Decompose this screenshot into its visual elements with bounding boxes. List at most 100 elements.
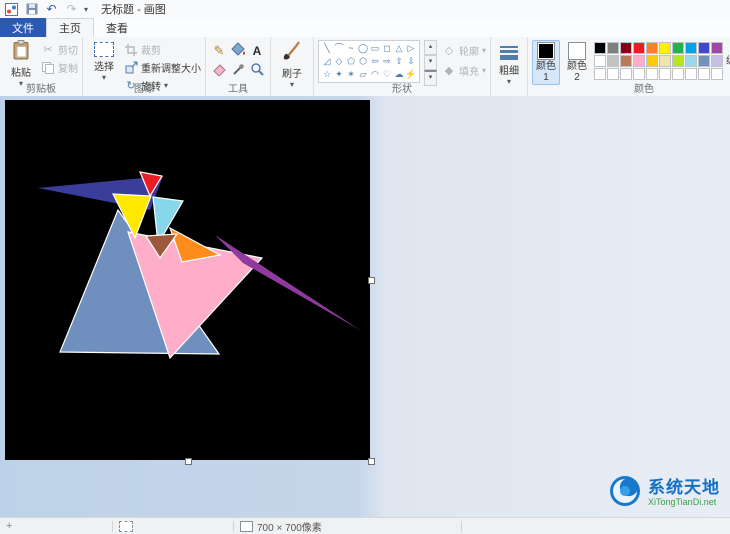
undo-icon[interactable]: ↶ <box>44 2 59 17</box>
shape-gallery-item[interactable]: ◻ <box>381 42 393 55</box>
palette-swatch[interactable] <box>594 68 607 80</box>
image-size-icon <box>240 520 253 532</box>
palette-swatch[interactable] <box>594 42 607 54</box>
shape-gallery-item[interactable]: △ <box>393 42 405 55</box>
watermark-title: 系统天地 <box>648 477 720 497</box>
canvas-drawing <box>38 171 360 360</box>
redo-icon[interactable]: ↷ <box>64 2 79 17</box>
clipboard-group-label: 剪贴板 <box>26 84 56 95</box>
watermark-site[interactable]: XiTongTianDi.net <box>648 497 720 507</box>
palette-swatch[interactable] <box>698 55 711 67</box>
select-label: 选择 <box>94 62 114 73</box>
size-button[interactable]: 粗细 ▾ <box>495 40 523 86</box>
shape-outline-button[interactable]: ◇ 轮廓 ▾ <box>442 43 486 58</box>
resize-button[interactable]: 重新调整大小 <box>124 60 201 75</box>
canvas-resize-handle-corner[interactable] <box>368 458 375 465</box>
color1-button[interactable]: 颜色 1 <box>532 40 561 85</box>
palette-swatch[interactable] <box>620 55 633 67</box>
palette-swatch[interactable] <box>711 42 724 54</box>
palette-swatch[interactable] <box>711 55 724 67</box>
pencil-tool-button[interactable]: ✎ <box>210 42 228 60</box>
shape-gallery-item[interactable]: ▷ <box>405 42 417 55</box>
shape-gallery-item[interactable]: ◿ <box>321 55 333 68</box>
palette-swatch[interactable] <box>646 55 659 67</box>
save-icon[interactable] <box>24 2 39 17</box>
select-icon <box>94 42 114 57</box>
canvas-resize-handle-bottom[interactable] <box>185 458 192 465</box>
resize-icon <box>124 61 138 74</box>
palette-swatch[interactable] <box>685 68 698 80</box>
shape-gallery-item[interactable]: ⬡ <box>357 55 369 68</box>
shape-gallery-item[interactable]: ◇ <box>333 55 345 68</box>
copy-button[interactable]: 复制 <box>41 60 78 75</box>
palette-swatch[interactable] <box>659 55 672 67</box>
tab-view[interactable]: 查看 <box>94 18 140 37</box>
group-colors: 颜色 1 颜色 2 编辑颜色 颜色 <box>528 37 730 96</box>
brushes-button[interactable]: 刷子 ▾ <box>275 40 309 89</box>
shape-gallery-item[interactable]: ╲ <box>321 42 333 55</box>
palette-swatch[interactable] <box>698 42 711 54</box>
group-tools: ✎ A 工具 <box>206 37 271 96</box>
xitongtiandi-logo-icon <box>609 475 641 510</box>
shape-gallery-item[interactable]: ⇦ <box>369 55 381 68</box>
size-dropdown-icon: ▾ <box>507 77 512 86</box>
shape-gallery-item[interactable]: ⇩ <box>405 55 417 68</box>
eyedropper-icon <box>231 62 245 79</box>
eraser-tool-button[interactable] <box>210 61 228 79</box>
group-shapes: ╲ ⌒ ~ ◯ ▭ ◻ △ ▷ ◿ ◇ ⬠ ⬡ ⇦ ⇨ ⇧ ⇩ ☆ ✦ ✶ ▱ ◠ ♡ ☁ ⚡ ▴ ▾ ▾ ◇ 轮廓 ▾ ◆ … <box>314 37 492 96</box>
edit-colors-label: 编辑颜色 <box>726 56 730 78</box>
qat-dropdown-icon[interactable]: ▾ <box>84 5 88 14</box>
shape-gallery-item[interactable]: ▭ <box>369 42 381 55</box>
color-picker-tool-button[interactable] <box>229 61 247 79</box>
group-image: 选择 ▾ 裁剪 重新调整大小 ↻ 旋转 ▾ 图像 <box>83 37 206 96</box>
cut-button[interactable]: ✂ 剪切 <box>41 42 78 57</box>
shape-fill-label: 填充 <box>459 67 479 78</box>
tab-file[interactable]: 文件 <box>0 18 46 37</box>
shape-gallery-item[interactable]: ⌒ <box>333 42 345 55</box>
palette-swatch[interactable] <box>620 68 633 80</box>
palette-swatch[interactable] <box>633 42 646 54</box>
canvas-resize-handle-right[interactable] <box>368 277 375 284</box>
palette-swatch[interactable] <box>607 55 620 67</box>
palette-swatch[interactable] <box>646 68 659 80</box>
gallery-scroll-up-icon[interactable]: ▴ <box>424 40 437 55</box>
text-tool-button[interactable]: A <box>248 42 266 60</box>
magnifier-tool-button[interactable] <box>248 61 266 79</box>
palette-swatch[interactable] <box>672 68 685 80</box>
drawing-canvas[interactable] <box>5 100 370 460</box>
window-title: 无标题 - 画图 <box>101 4 166 16</box>
palette-swatch[interactable] <box>620 42 633 54</box>
select-button[interactable]: 选择 ▾ <box>87 40 121 82</box>
palette-swatch[interactable] <box>607 68 620 80</box>
palette-swatch[interactable] <box>659 42 672 54</box>
crop-button[interactable]: 裁剪 <box>124 42 201 57</box>
palette-swatch[interactable] <box>659 68 672 80</box>
shape-gallery-item[interactable]: ⬠ <box>345 55 357 68</box>
palette-swatch[interactable] <box>685 42 698 54</box>
shape-gallery-item[interactable]: ⇧ <box>393 55 405 68</box>
palette-swatch[interactable] <box>698 68 711 80</box>
color2-button[interactable]: 颜色 2 <box>563 40 591 85</box>
shape-gallery-item[interactable]: ~ <box>345 42 357 55</box>
palette-swatch[interactable] <box>633 68 646 80</box>
palette-swatch[interactable] <box>646 42 659 54</box>
palette-swatch[interactable] <box>607 42 620 54</box>
tab-home[interactable]: 主页 <box>46 18 94 37</box>
shape-gallery-item[interactable]: ◯ <box>357 42 369 55</box>
shape-fill-button[interactable]: ◆ 填充 ▾ <box>442 63 486 78</box>
group-size: 粗细 ▾ <box>491 37 529 96</box>
outline-dropdown-icon: ▾ <box>482 45 487 55</box>
edit-colors-button[interactable]: 编辑颜色 <box>726 40 730 78</box>
palette-swatch[interactable] <box>594 55 607 67</box>
status-bar: + 700 × 700像素 <box>0 517 730 534</box>
shape-gallery-item[interactable]: ⇨ <box>381 55 393 68</box>
palette-swatch[interactable] <box>672 55 685 67</box>
fill-tool-button[interactable] <box>229 42 247 60</box>
pencil-icon: ✎ <box>213 43 225 58</box>
palette-swatch[interactable] <box>711 68 724 80</box>
palette-swatch[interactable] <box>685 55 698 67</box>
palette-swatch[interactable] <box>633 55 646 67</box>
gallery-scroll-down-icon[interactable]: ▾ <box>424 55 437 70</box>
palette-swatch[interactable] <box>672 42 685 54</box>
title-bar: ↶ ↷ ▾ 无标题 - 画图 <box>0 0 730 18</box>
